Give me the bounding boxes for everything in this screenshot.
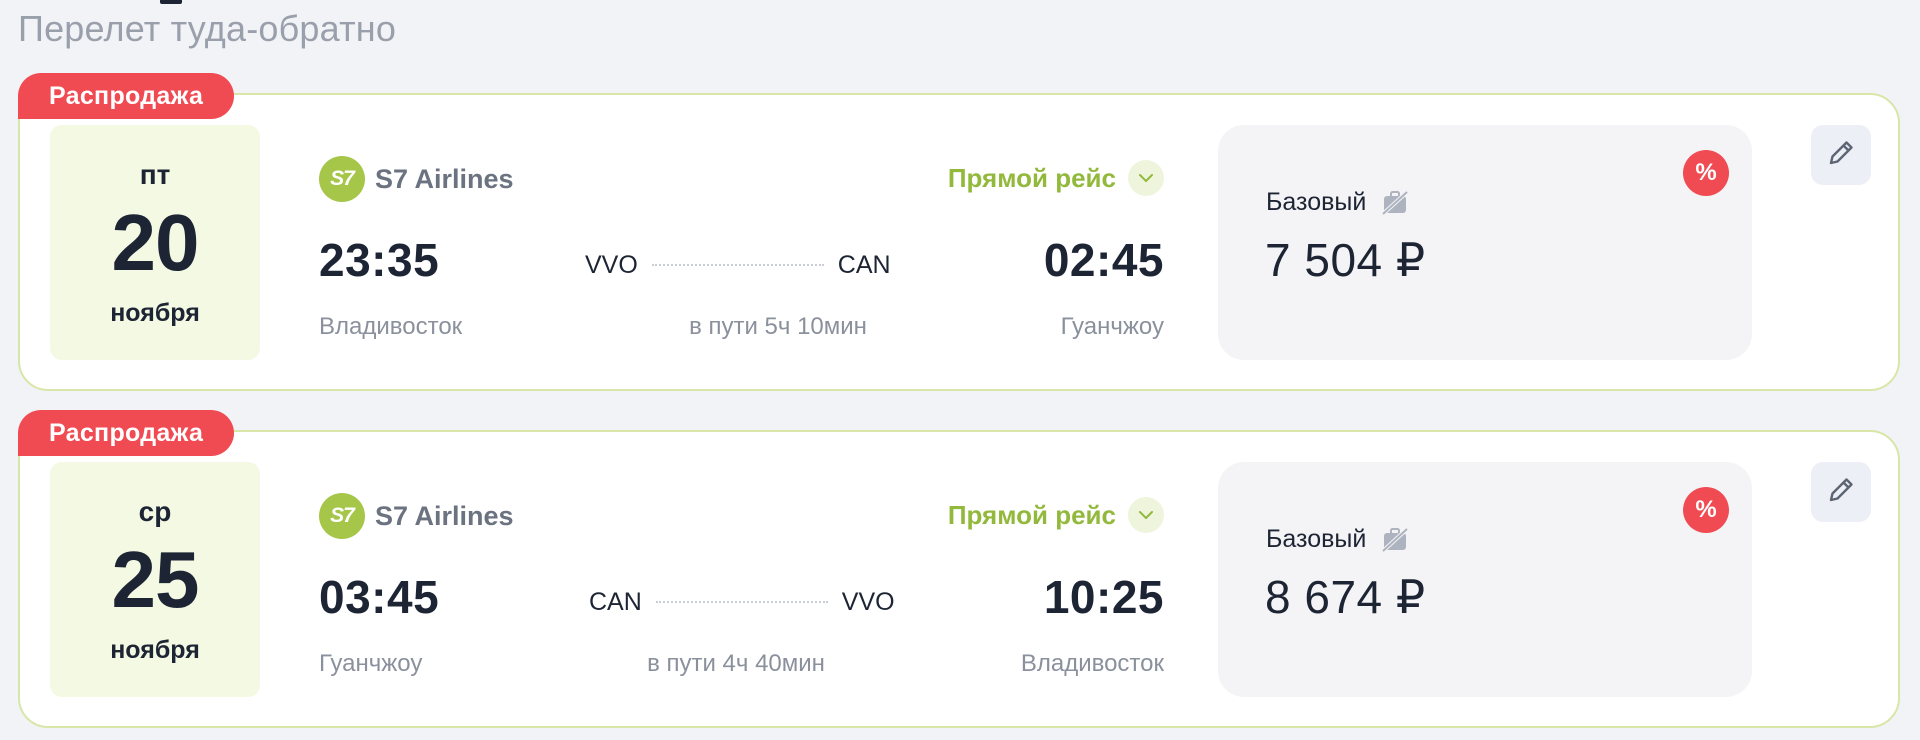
chevron-down-icon[interactable] [1128, 497, 1164, 533]
route-dots [655, 601, 828, 603]
sale-badge: Распродажа [18, 73, 235, 119]
sale-badge: Распродажа [18, 410, 235, 456]
arrival-city: Владивосток [1020, 650, 1164, 677]
pencil-icon [1824, 473, 1858, 512]
departure-time: 23:35 [319, 234, 440, 286]
fare-label-row: Базовый [1266, 525, 1410, 554]
discount-icon: % [1683, 487, 1729, 533]
flight-card[interactable]: Распродажа пт 20 ноября S7 S7 Airlines П… [18, 73, 1900, 391]
flight-card[interactable]: Распродажа ср 25 ноября S7 S7 Airlines П… [18, 410, 1900, 728]
fare-price: 8 674 ₽ [1265, 571, 1426, 623]
date-weekday: пт [139, 159, 171, 190]
fare-name: Базовый [1266, 525, 1367, 553]
date-month: ноября [110, 636, 200, 664]
edit-button[interactable] [1811, 125, 1871, 185]
origin-code: VVO [585, 250, 638, 279]
destination-code: CAN [837, 250, 891, 279]
fare-name: Базовый [1266, 188, 1367, 216]
destination-code: VVO [841, 587, 895, 616]
no-baggage-icon [1380, 190, 1410, 216]
departure-city: Владивосток [319, 313, 463, 340]
pencil-icon [1824, 136, 1858, 175]
arrival-time: 02:45 [1043, 234, 1164, 286]
airline-logo: S7 [319, 493, 365, 539]
airline-name: S7 Airlines [375, 163, 514, 194]
discount-icon: % [1683, 150, 1729, 196]
flight-type-label: Прямой рейс [947, 162, 1116, 193]
flight-duration: в пути 5ч 10мин [689, 313, 867, 340]
date-day: 25 [111, 535, 200, 624]
chevron-down-icon[interactable] [1128, 160, 1164, 196]
airline-name: S7 Airlines [375, 500, 514, 531]
fare-box[interactable]: Базовый 7 504 ₽ % [1218, 125, 1752, 360]
airline: S7 S7 Airlines [319, 155, 514, 203]
route-line: VVO CAN [585, 250, 891, 280]
cropped-heading-fragment [160, 0, 182, 4]
date-month: ноября [110, 299, 200, 327]
trip-type-subtitle: Перелет туда-обратно [18, 8, 397, 49]
origin-code: CAN [589, 587, 642, 616]
arrival-time: 10:25 [1043, 571, 1164, 623]
edit-button[interactable] [1811, 462, 1871, 522]
route-dots [651, 264, 824, 266]
fare-price: 7 504 ₽ [1265, 234, 1426, 286]
route-line: CAN VVO [589, 587, 895, 617]
date-box: ср 25 ноября [50, 462, 260, 697]
flight-results: Перелет туда-обратно Распродажа пт 20 но… [0, 0, 1920, 740]
flight-type-toggle[interactable]: Прямой рейс [948, 157, 1164, 199]
fare-label-row: Базовый [1266, 188, 1410, 217]
date-weekday: ср [138, 496, 172, 527]
no-baggage-icon [1380, 527, 1410, 553]
airline: S7 S7 Airlines [319, 492, 514, 540]
flight-type-label: Прямой рейс [947, 499, 1116, 530]
flight-duration: в пути 4ч 40мин [647, 650, 825, 677]
departure-city: Гуанчжоу [319, 650, 423, 677]
date-day: 20 [111, 198, 200, 287]
date-box: пт 20 ноября [50, 125, 260, 360]
departure-time: 03:45 [319, 571, 440, 623]
fare-box[interactable]: Базовый 8 674 ₽ % [1218, 462, 1752, 697]
arrival-city: Гуанчжоу [1060, 313, 1164, 340]
airline-logo: S7 [319, 156, 365, 202]
flight-type-toggle[interactable]: Прямой рейс [948, 494, 1164, 536]
